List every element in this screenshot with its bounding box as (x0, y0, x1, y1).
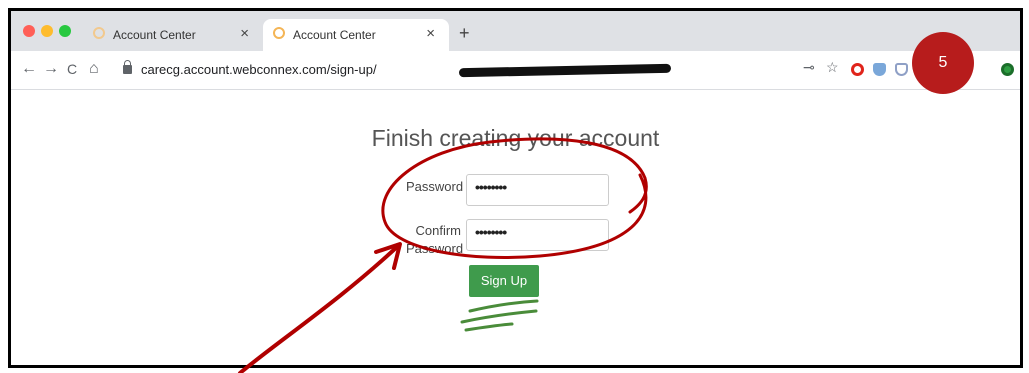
annotation-overlay (238, 137, 648, 373)
green-underline-annotation (460, 299, 539, 332)
red-arrow-line-annotation (238, 244, 400, 373)
red-circle-annotation (381, 137, 648, 259)
step-number-badge: 5 (912, 32, 974, 94)
